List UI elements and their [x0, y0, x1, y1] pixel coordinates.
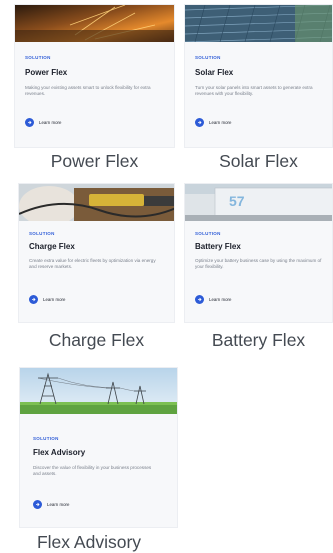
card-description: Create extra value for electric fleets b… — [29, 258, 156, 270]
card-tag: SOLUTION — [25, 55, 51, 60]
learn-more-label: Learn more — [43, 297, 66, 302]
solution-card-flex-advisory[interactable]: SOLUTION Flex Advisory Discover the valu… — [19, 367, 178, 528]
learn-more-link[interactable]: Learn more — [25, 118, 61, 127]
card-title: Solar Flex — [195, 68, 234, 77]
card-title: Charge Flex — [29, 242, 75, 251]
battery-flex-image: 57 — [185, 184, 332, 221]
solution-card-battery-flex[interactable]: 57 SOLUTION Battery Flex Optimize your b… — [184, 183, 333, 323]
charge-flex-image — [19, 184, 174, 221]
card-title: Power Flex — [25, 68, 68, 77]
learn-more-link[interactable]: Learn more — [29, 295, 65, 304]
card-caption: Battery Flex — [211, 330, 306, 350]
arrow-right-icon — [25, 118, 34, 127]
card-tag: SOLUTION — [29, 231, 55, 236]
solution-card-power-flex[interactable]: SOLUTION Power Flex Making your existing… — [14, 4, 175, 148]
solution-card-charge-flex[interactable]: SOLUTION Charge Flex Create extra value … — [18, 183, 175, 323]
card-caption: Charge Flex — [48, 330, 145, 350]
learn-more-link[interactable]: Learn more — [33, 500, 69, 509]
arrow-right-icon — [29, 295, 38, 304]
arrow-right-icon — [195, 118, 204, 127]
card-description: Optimize your battery business case by u… — [195, 258, 322, 270]
card-tag: SOLUTION — [33, 436, 59, 441]
svg-text:57: 57 — [229, 193, 245, 209]
card-title: Flex Advisory — [33, 448, 86, 457]
card-caption: Power Flex — [50, 151, 139, 171]
arrow-right-icon — [33, 500, 42, 509]
power-flex-image — [15, 5, 174, 42]
learn-more-label: Learn more — [209, 120, 232, 125]
solution-card-solar-flex[interactable]: SOLUTION Solar Flex Turn your solar pane… — [184, 4, 333, 148]
card-description: Discover the value of flexibility in you… — [33, 465, 152, 477]
card-tag: SOLUTION — [195, 231, 221, 236]
learn-more-label: Learn more — [47, 502, 70, 507]
card-description: Turn your solar panels into smart assets… — [195, 85, 313, 97]
learn-more-link[interactable]: Learn more — [195, 118, 231, 127]
learn-more-link[interactable]: Learn more — [195, 295, 231, 304]
card-tag: SOLUTION — [195, 55, 221, 60]
card-title: Battery Flex — [195, 242, 241, 251]
solar-flex-image — [185, 5, 332, 42]
card-caption: Solar Flex — [219, 151, 298, 171]
card-caption: Flex Advisory — [36, 532, 142, 552]
arrow-right-icon — [195, 295, 204, 304]
card-description: Making your existing assets smart to unl… — [25, 85, 151, 97]
flex-advisory-image — [20, 368, 177, 414]
learn-more-label: Learn more — [39, 120, 62, 125]
learn-more-label: Learn more — [209, 297, 232, 302]
